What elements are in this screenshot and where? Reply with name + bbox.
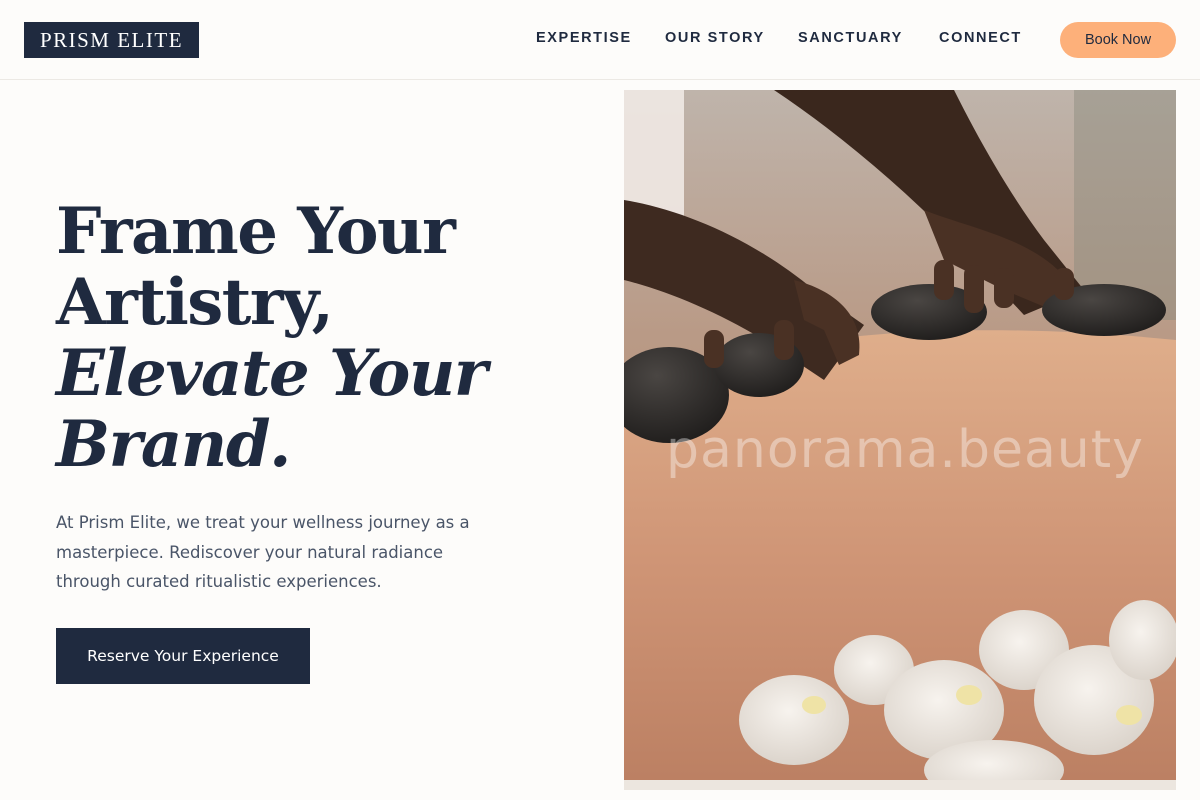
hero-massage-image: panorama.beauty [624, 90, 1176, 790]
hero-headline: Frame Your Artistry, Elevate Your Brand. [56, 196, 536, 480]
nav-link-sanctuary[interactable]: SANCTUARY [798, 30, 903, 48]
brand-logo[interactable]: PRISM ELITE [24, 22, 199, 58]
top-navbar: PRISM ELITE EXPERTISE OUR STORY SANCTUAR… [0, 0, 1200, 80]
nav-link-our-story[interactable]: OUR STORY [665, 30, 765, 48]
book-now-button[interactable]: Book Now [1060, 22, 1176, 58]
hero-intro-text: At Prism Elite, we treat your wellness j… [56, 513, 470, 591]
reserve-experience-button[interactable]: Reserve Your Experience [56, 628, 310, 684]
nav-link-connect[interactable]: CONNECT [939, 30, 1022, 48]
nav-link-expertise[interactable]: EXPERTISE [536, 30, 632, 48]
headline-line-2: Artistry, [56, 265, 334, 340]
image-watermark: panorama.beauty [666, 420, 1144, 480]
headline-line-4: Brand. [56, 407, 291, 482]
headline-line-1: Frame Your [56, 194, 456, 269]
headline-line-3: Elevate Your [56, 336, 488, 411]
